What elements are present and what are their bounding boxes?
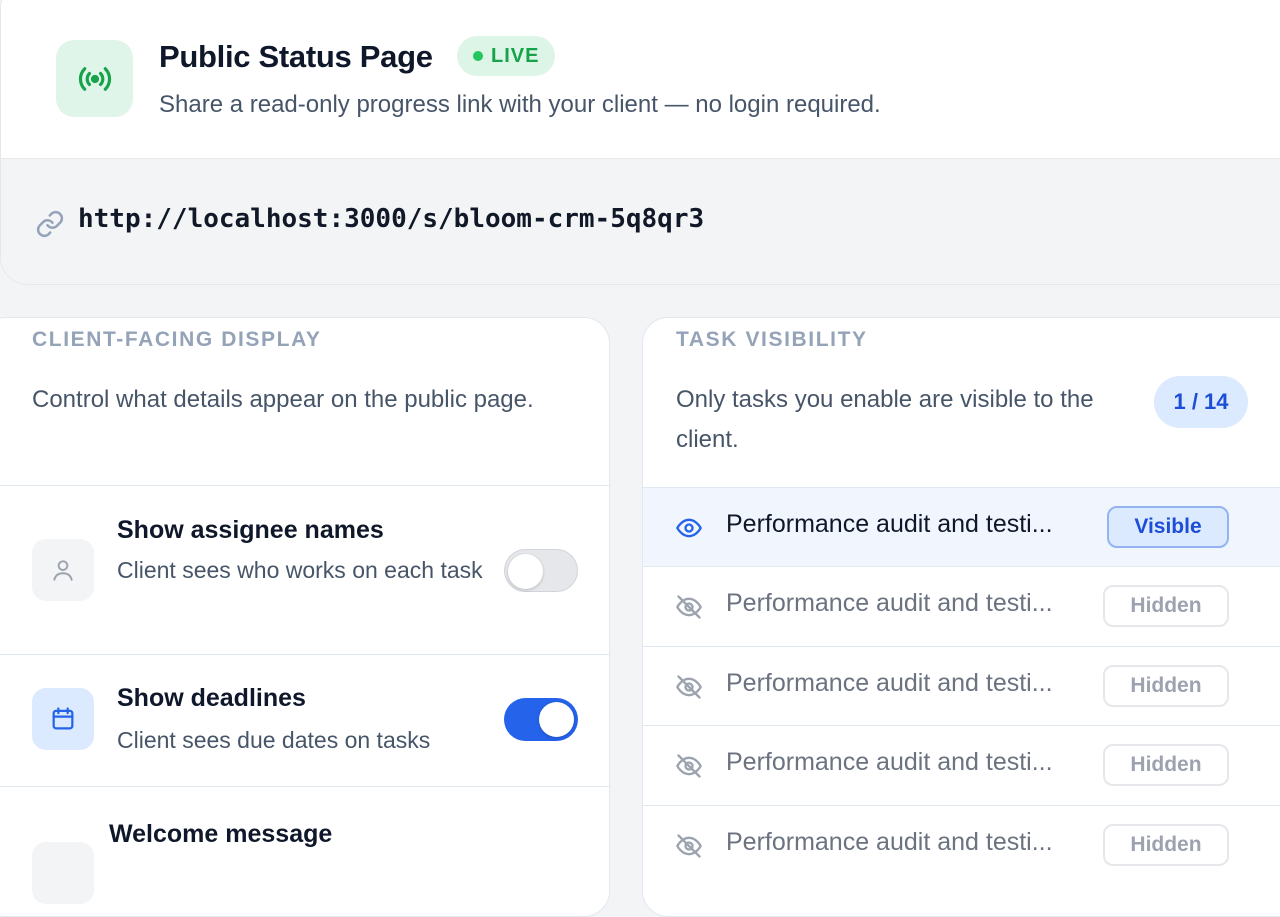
visible-count-badge: 1 / 14 [1154, 376, 1248, 428]
task-row[interactable]: Performance audit and testi... Hidden [643, 566, 1280, 645]
show-deadlines-description: Client sees due dates on tasks [117, 727, 431, 753]
visibility-pill-hidden[interactable]: Hidden [1103, 585, 1229, 627]
show-assignee-toggle[interactable] [504, 549, 578, 592]
task-name: Performance audit and testi... [726, 748, 1053, 776]
message-icon [32, 842, 94, 904]
page-title: Public Status Page [159, 39, 433, 74]
show-deadlines-toggle[interactable] [504, 698, 578, 741]
eye-off-icon[interactable] [675, 832, 703, 860]
eye-icon[interactable] [675, 514, 703, 542]
task-row[interactable]: Performance audit and testi... Hidden [643, 725, 1280, 804]
task-visibility-kicker: TASK VISIBILITY [676, 328, 868, 351]
divider [0, 654, 609, 655]
client-display-description: Control what details appear on the publi… [32, 386, 534, 413]
visibility-pill-hidden[interactable]: Hidden [1103, 824, 1229, 866]
live-dot-icon [473, 51, 483, 61]
calendar-icon [32, 688, 94, 750]
public-url-text[interactable]: http://localhost:3000/s/bloom-crm-5q8qr3 [78, 204, 704, 234]
link-icon [36, 210, 64, 238]
task-name: Performance audit and testi... [726, 510, 1053, 538]
page-frame: Public Status Page LIVE Share a read-onl… [0, 0, 1280, 917]
page-subtitle: Share a read-only progress link with you… [159, 91, 881, 118]
divider [0, 786, 609, 787]
eye-off-icon[interactable] [675, 673, 703, 701]
toggle-knob [508, 554, 543, 589]
task-name: Performance audit and testi... [726, 589, 1053, 617]
show-assignee-description: Client sees who works on each task [117, 557, 483, 583]
visibility-pill-hidden[interactable]: Hidden [1103, 665, 1229, 707]
task-name: Performance audit and testi... [726, 669, 1053, 697]
welcome-message-title: Welcome message [109, 820, 333, 848]
task-row[interactable]: Performance audit and testi... Visible [643, 487, 1280, 566]
user-icon [32, 539, 94, 601]
show-assignee-title: Show assignee names [117, 516, 384, 544]
eye-off-icon[interactable] [675, 752, 703, 780]
eye-off-icon[interactable] [675, 593, 703, 621]
client-display-kicker: CLIENT-FACING DISPLAY [32, 328, 322, 351]
live-status-badge: LIVE [457, 36, 556, 76]
divider [0, 485, 609, 486]
visibility-pill-visible[interactable]: Visible [1107, 506, 1229, 548]
visibility-pill-hidden[interactable]: Hidden [1103, 744, 1229, 786]
status-page-header-card: Public Status Page LIVE Share a read-onl… [0, 0, 1280, 285]
task-row[interactable]: Performance audit and testi... Hidden [643, 805, 1280, 884]
task-visibility-description: Only tasks you enable are visible to the… [676, 386, 1094, 453]
task-row[interactable]: Performance audit and testi... Hidden [643, 646, 1280, 725]
header-top: Public Status Page LIVE Share a read-onl… [1, 0, 1280, 158]
toggle-knob [539, 702, 574, 737]
show-deadlines-title: Show deadlines [117, 684, 306, 712]
broadcast-icon [56, 40, 133, 117]
live-label: LIVE [491, 44, 540, 67]
